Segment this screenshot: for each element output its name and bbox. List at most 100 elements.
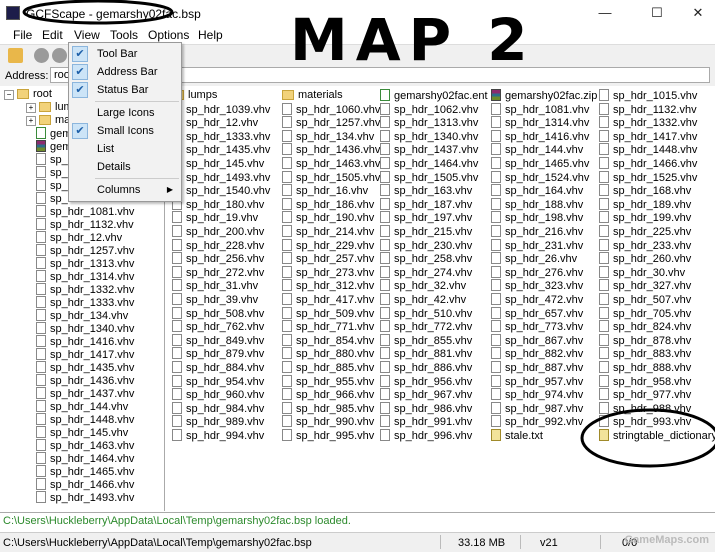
file-item[interactable]: sp_hdr_472.vhv bbox=[491, 293, 583, 306]
file-item[interactable]: sp_hdr_886.vhv bbox=[380, 361, 472, 374]
file-item[interactable]: sp_hdr_995.vhv bbox=[282, 429, 374, 442]
file-item[interactable]: sp_hdr_26.vhv bbox=[491, 252, 577, 265]
file-item[interactable]: sp_hdr_1417.vhv bbox=[599, 129, 697, 143]
file-item[interactable]: sp_hdr_994.vhv bbox=[172, 429, 264, 442]
file-item[interactable]: sp_hdr_1060.vhv bbox=[282, 102, 380, 116]
view-menu-item[interactable]: ✔ Tool Bar bbox=[69, 45, 181, 63]
tree-item[interactable]: sp_hdr_1132.vhv bbox=[36, 218, 134, 231]
file-item[interactable]: sp_hdr_986.vhv bbox=[380, 401, 472, 415]
file-item[interactable]: sp_hdr_855.vhv bbox=[380, 333, 472, 347]
file-item[interactable]: sp_hdr_233.vhv bbox=[599, 238, 691, 252]
file-item[interactable]: sp_hdr_974.vhv bbox=[491, 388, 583, 401]
file-item[interactable]: sp_hdr_884.vhv bbox=[172, 361, 264, 374]
file-item[interactable]: sp_hdr_996.vhv bbox=[380, 429, 472, 442]
file-item[interactable]: sp_hdr_1505.vhv bbox=[282, 170, 380, 184]
file-item[interactable]: sp_hdr_1062.vhv bbox=[380, 102, 478, 116]
tree-item[interactable]: sp_hdr_1333.vhv bbox=[36, 296, 134, 309]
file-item[interactable]: sp_hdr_163.vhv bbox=[380, 184, 472, 197]
tree-item[interactable]: sp_hdr_1417.vhv bbox=[36, 348, 134, 361]
menu-help[interactable]: Help bbox=[198, 28, 223, 42]
file-item[interactable]: sp_hdr_985.vhv bbox=[282, 401, 374, 415]
back-icon[interactable] bbox=[34, 48, 49, 63]
file-item[interactable]: sp_hdr_849.vhv bbox=[172, 333, 264, 347]
tree-item[interactable]: sp_hdr_1463.vhv bbox=[36, 439, 134, 452]
view-menu-item[interactable]: Large Icons bbox=[69, 104, 181, 122]
tree-item[interactable]: gem bbox=[36, 127, 71, 140]
file-item[interactable]: stringtable_dictionary.dct bbox=[599, 429, 715, 442]
menu-tools[interactable]: Tools bbox=[110, 28, 138, 42]
file-item[interactable]: sp_hdr_1015.vhv bbox=[599, 89, 697, 102]
file-item[interactable]: sp_hdr_260.vhv bbox=[599, 252, 691, 265]
file-item[interactable]: sp_hdr_256.vhv bbox=[172, 252, 264, 265]
tree-item[interactable]: sp_hdr_1466.vhv bbox=[36, 478, 134, 491]
file-item[interactable]: sp_hdr_993.vhv bbox=[599, 415, 691, 428]
file-item[interactable]: sp_hdr_1505.vhv bbox=[380, 170, 478, 184]
tree-item[interactable]: sp_hdr_1436.vhv bbox=[36, 374, 134, 387]
tree-item[interactable]: sp_hdr_1340.vhv bbox=[36, 322, 134, 335]
file-item[interactable]: sp_hdr_507.vhv bbox=[599, 293, 691, 306]
file-item[interactable]: sp_hdr_1436.vhv bbox=[282, 143, 380, 156]
file-item[interactable]: sp_hdr_230.vhv bbox=[380, 238, 472, 252]
file-item[interactable]: sp_hdr_854.vhv bbox=[282, 333, 374, 347]
tree-item[interactable]: sp_hdr_144.vhv bbox=[36, 400, 128, 413]
file-item[interactable]: sp_hdr_198.vhv bbox=[491, 211, 583, 224]
tree-item[interactable]: sp_hdr_1314.vhv bbox=[36, 270, 134, 283]
file-item[interactable]: sp_hdr_991.vhv bbox=[380, 415, 472, 428]
file-item[interactable]: sp_hdr_1332.vhv bbox=[599, 116, 697, 129]
file-item[interactable]: sp_hdr_1466.vhv bbox=[599, 157, 697, 170]
expand-icon[interactable]: + bbox=[26, 116, 36, 126]
view-menu-item[interactable]: ✔ Small Icons bbox=[69, 122, 181, 140]
file-item[interactable]: sp_hdr_771.vhv bbox=[282, 320, 374, 333]
view-menu-item[interactable]: List bbox=[69, 140, 181, 158]
file-item[interactable]: sp_hdr_186.vhv bbox=[282, 197, 374, 211]
view-menu-item[interactable]: Details bbox=[69, 158, 181, 176]
file-item[interactable]: sp_hdr_989.vhv bbox=[172, 415, 264, 428]
file-item[interactable]: sp_hdr_510.vhv bbox=[380, 306, 472, 320]
file-item[interactable]: sp_hdr_954.vhv bbox=[172, 374, 264, 388]
file-item[interactable]: sp_hdr_1257.vhv bbox=[282, 116, 380, 129]
file-item[interactable]: sp_hdr_987.vhv bbox=[491, 401, 583, 415]
file-item[interactable]: sp_hdr_197.vhv bbox=[380, 211, 472, 224]
file-item[interactable]: sp_hdr_180.vhv bbox=[172, 197, 264, 211]
file-item[interactable]: sp_hdr_276.vhv bbox=[491, 265, 583, 279]
tree-item[interactable]: sp_hdr_134.vhv bbox=[36, 309, 128, 322]
forward-icon[interactable] bbox=[52, 48, 67, 63]
file-item[interactable]: sp_hdr_1314.vhv bbox=[491, 116, 589, 129]
menu-edit[interactable]: Edit bbox=[42, 28, 63, 42]
file-item[interactable]: sp_hdr_19.vhv bbox=[172, 211, 258, 224]
file-item[interactable]: sp_hdr_312.vhv bbox=[282, 279, 374, 292]
file-item[interactable]: sp_hdr_880.vhv bbox=[282, 347, 374, 360]
tree-item[interactable]: sp_hdr_1465.vhv bbox=[36, 465, 134, 478]
tree-item[interactable]: sp_hdr_145.vhv bbox=[36, 426, 128, 439]
file-item[interactable]: sp_hdr_189.vhv bbox=[599, 197, 691, 211]
file-item[interactable]: sp_hdr_887.vhv bbox=[491, 361, 583, 374]
file-item[interactable]: sp_hdr_1465.vhv bbox=[491, 157, 589, 170]
file-item[interactable]: sp_hdr_257.vhv bbox=[282, 252, 374, 265]
file-item[interactable]: sp_hdr_1448.vhv bbox=[599, 143, 697, 156]
file-item[interactable]: sp_hdr_31.vhv bbox=[172, 279, 258, 292]
file-item[interactable]: sp_hdr_199.vhv bbox=[599, 211, 691, 224]
file-item[interactable]: sp_hdr_1333.vhv bbox=[172, 129, 270, 143]
file-item[interactable]: sp_hdr_168.vhv bbox=[599, 184, 691, 197]
file-item[interactable]: sp_hdr_216.vhv bbox=[491, 225, 583, 238]
tree-item[interactable]: sp_hdr_1257.vhv bbox=[36, 244, 134, 257]
file-item[interactable]: sp_hdr_190.vhv bbox=[282, 211, 374, 224]
menu-view[interactable]: View bbox=[74, 28, 100, 42]
file-item[interactable]: sp_hdr_956.vhv bbox=[380, 374, 472, 388]
file-item[interactable]: sp_hdr_231.vhv bbox=[491, 238, 583, 252]
view-menu-item[interactable]: ✔ Status Bar bbox=[69, 81, 181, 99]
file-item[interactable]: sp_hdr_867.vhv bbox=[491, 333, 583, 347]
tree-item[interactable]: sp_hdr_1313.vhv bbox=[36, 257, 134, 270]
file-item[interactable]: sp_hdr_229.vhv bbox=[282, 238, 374, 252]
file-item[interactable]: sp_hdr_772.vhv bbox=[380, 320, 472, 333]
file-item[interactable]: sp_hdr_1463.vhv bbox=[282, 157, 380, 170]
file-item[interactable]: sp_hdr_39.vhv bbox=[172, 293, 258, 306]
tree-item[interactable]: sp_hdr_1464.vhv bbox=[36, 452, 134, 465]
tree-item[interactable]: sp_ bbox=[36, 153, 68, 166]
file-item[interactable]: sp_hdr_966.vhv bbox=[282, 388, 374, 401]
file-item[interactable]: sp_hdr_1525.vhv bbox=[599, 170, 697, 184]
file-item[interactable]: sp_hdr_879.vhv bbox=[172, 347, 264, 360]
file-item[interactable]: sp_hdr_967.vhv bbox=[380, 388, 472, 401]
minimize-button[interactable]: — bbox=[590, 4, 620, 22]
tree-root[interactable]: − root bbox=[4, 88, 52, 101]
